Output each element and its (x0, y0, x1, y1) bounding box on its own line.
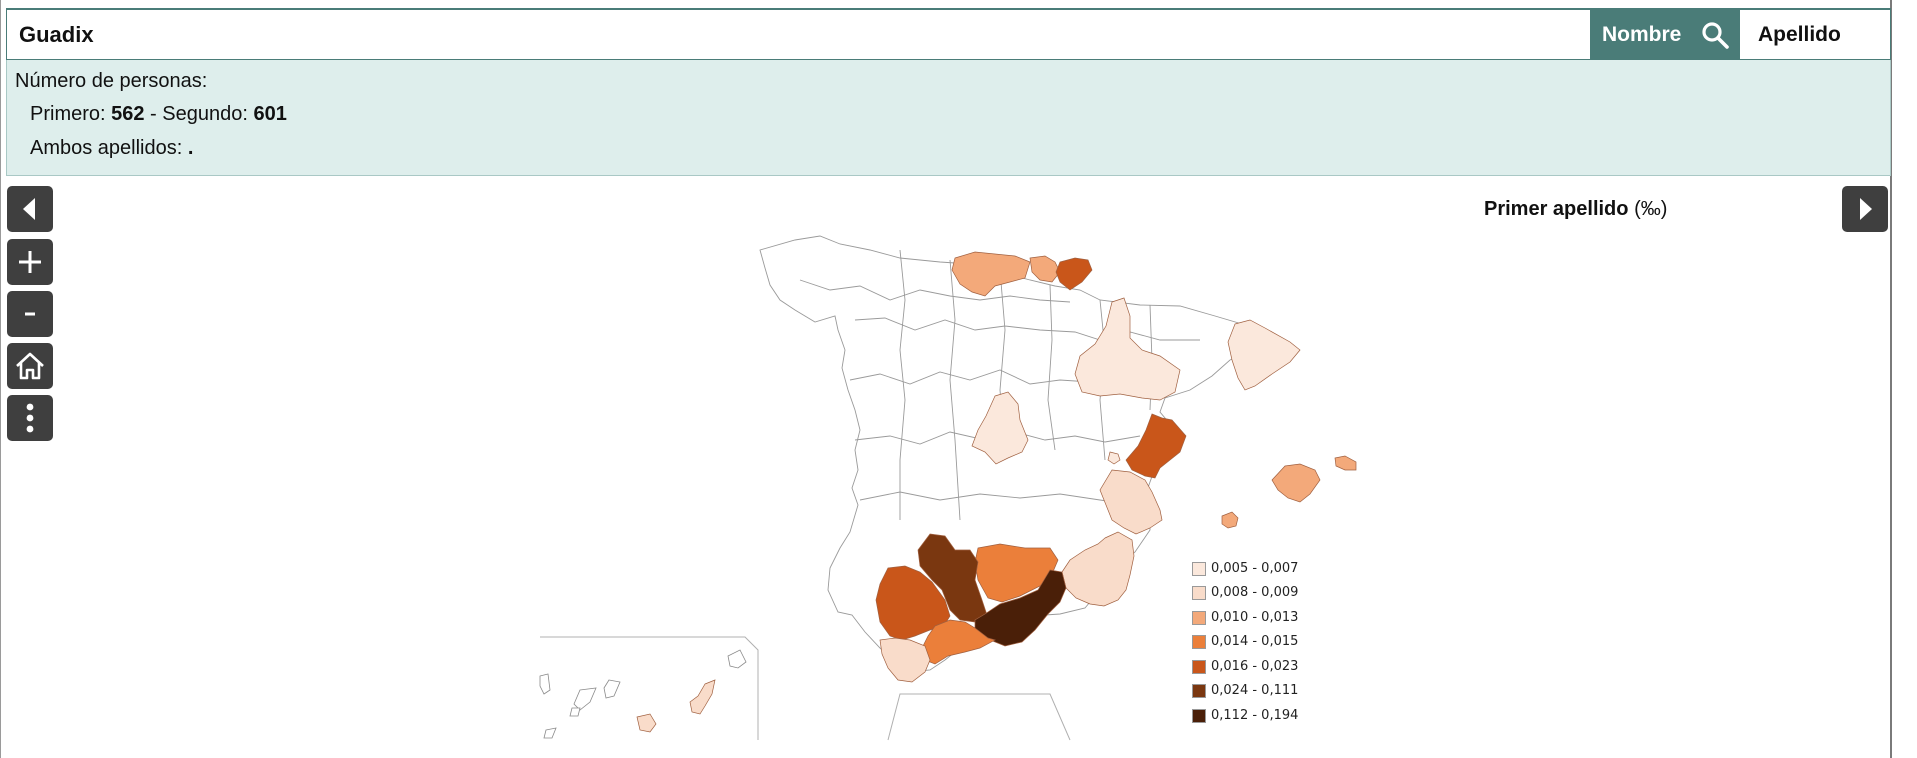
legend-label: 0,112 - 0,194 (1211, 708, 1299, 723)
canary-island-west-1 (539, 673, 551, 695)
legend-swatch (1192, 635, 1206, 649)
province-vizcaya (1029, 255, 1061, 283)
province-gran-canaria (636, 713, 657, 733)
province-guipuzcoa (1055, 257, 1093, 291)
province-menorca (1334, 455, 1357, 471)
spain-province-map (539, 235, 1357, 741)
legend-label: 0,014 - 0,015 (1211, 634, 1299, 649)
province-las-palmas (689, 679, 716, 715)
legend-swatch (1192, 586, 1206, 600)
canary-fuerteventura (727, 649, 747, 669)
province-mallorca (1271, 463, 1321, 503)
legend-item: 0,014 - 0,015 (1192, 634, 1332, 650)
province-barcelona (1227, 319, 1301, 391)
legend-item: 0,008 - 0,009 (1192, 585, 1332, 601)
canary-island-hierro (543, 727, 557, 739)
legend-label: 0,010 - 0,013 (1211, 610, 1299, 625)
province-ibiza (1221, 511, 1239, 529)
legend-label: 0,008 - 0,009 (1211, 585, 1299, 600)
legend-item: 0,024 - 0,111 (1192, 683, 1332, 699)
legend-swatch (1192, 611, 1206, 625)
legend-label: 0,024 - 0,111 (1211, 683, 1299, 698)
canary-island-west-2 (573, 687, 597, 711)
legend-swatch (1192, 684, 1206, 698)
legend-item: 0,010 - 0,013 (1192, 610, 1332, 626)
canary-island-west-3 (603, 679, 621, 699)
legend-item: 0,016 - 0,023 (1192, 659, 1332, 675)
canary-island-gomera (569, 707, 581, 717)
ceuta-melilla-inset-frame (887, 693, 1071, 741)
legend-label: 0,016 - 0,023 (1211, 659, 1299, 674)
legend-swatch (1192, 709, 1206, 723)
legend-swatch (1192, 562, 1206, 576)
legend-item: 0,005 - 0,007 (1192, 561, 1332, 577)
legend-swatch (1192, 660, 1206, 674)
legend-item: 0,112 - 0,194 (1192, 708, 1332, 724)
legend-label: 0,005 - 0,007 (1211, 561, 1299, 576)
